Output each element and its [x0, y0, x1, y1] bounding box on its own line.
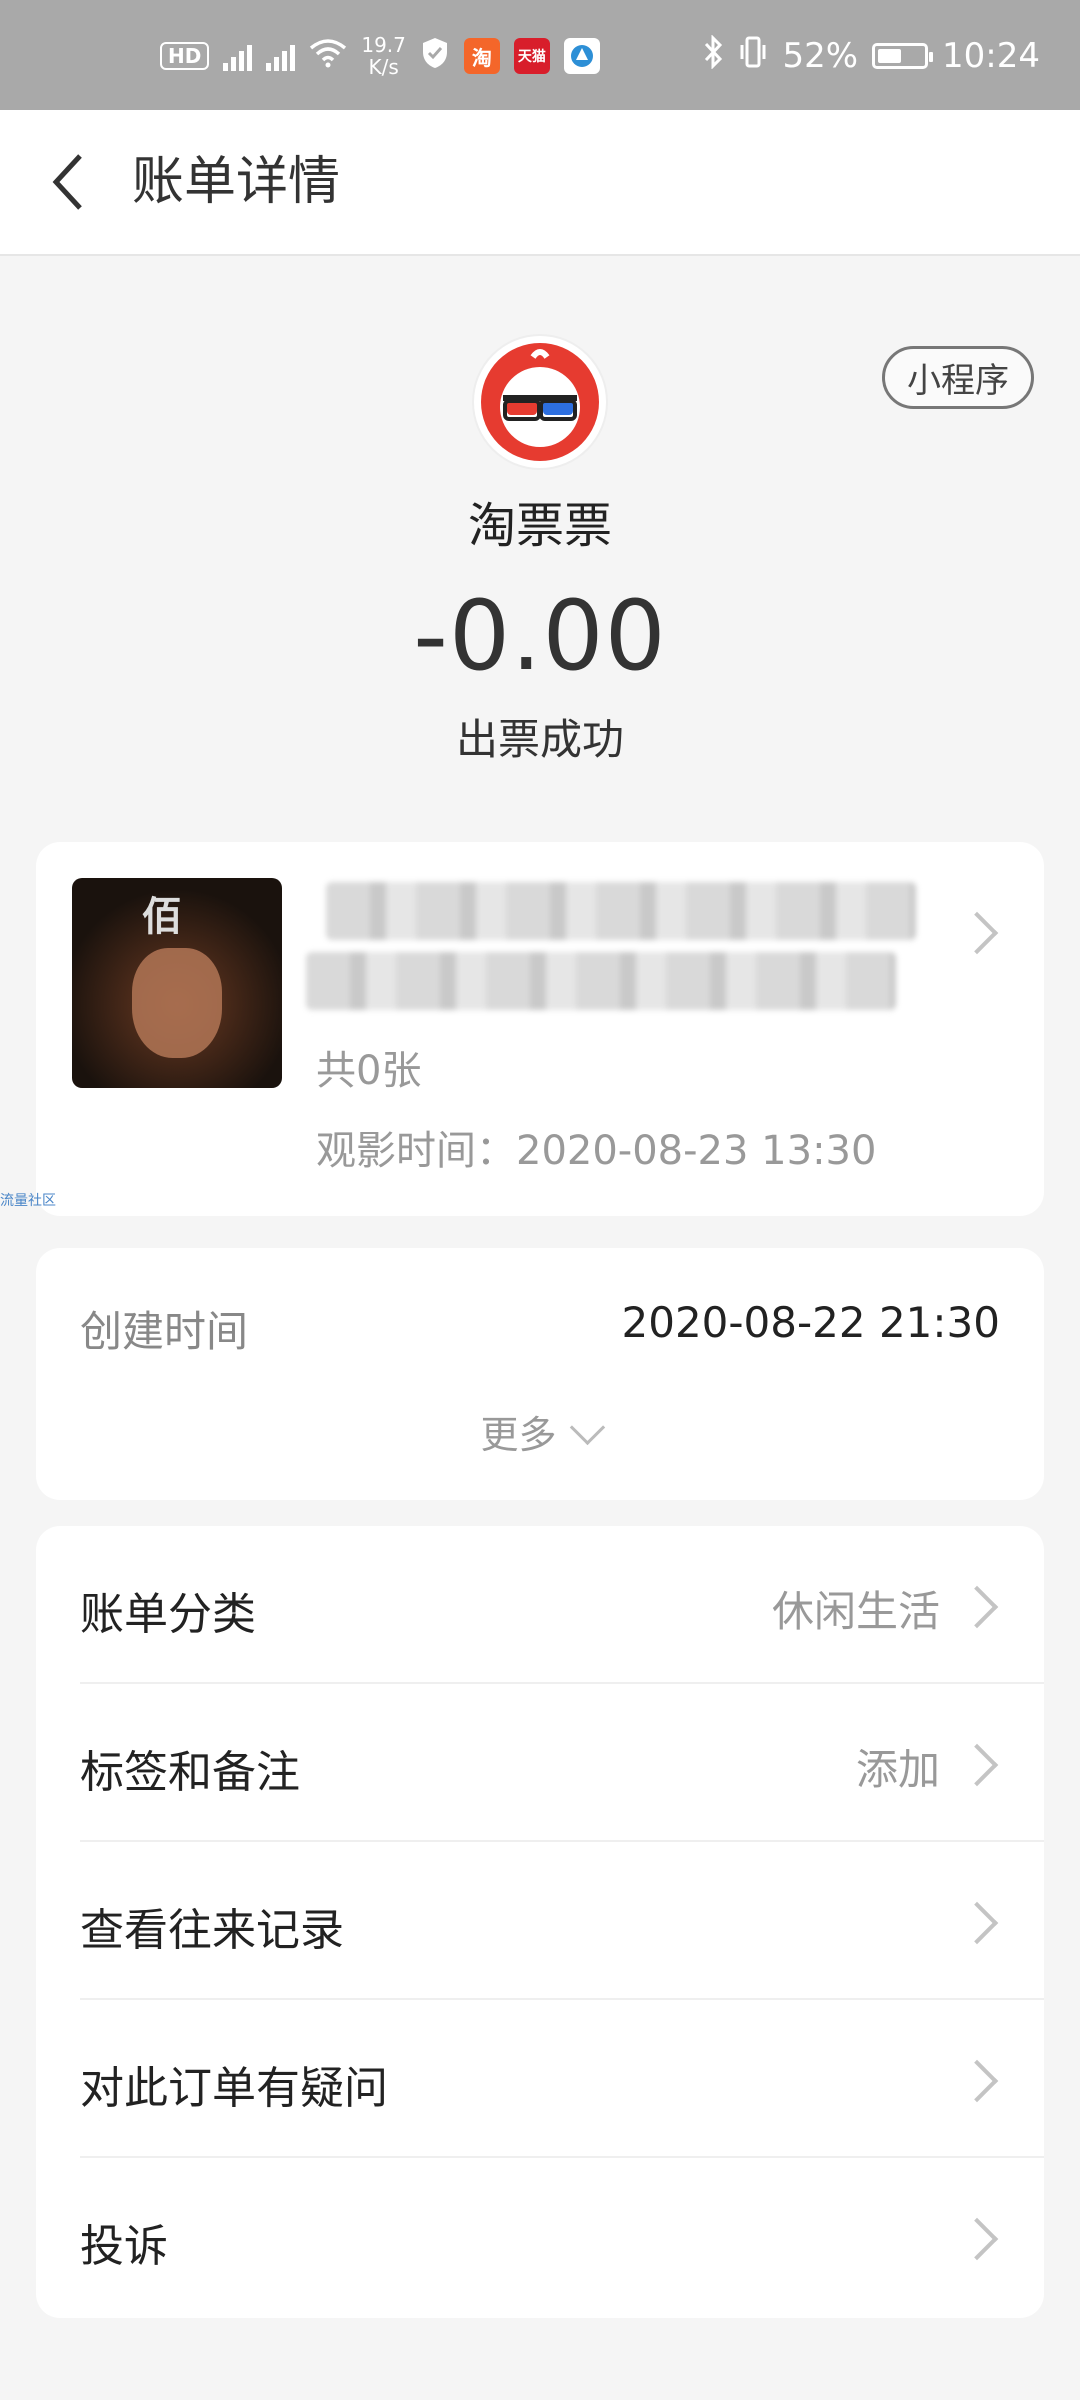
status-bar: HD 19.7 K/s 淘 天猫 52% 10:24 — [0, 0, 1080, 110]
chevron-right-icon — [955, 1585, 999, 1629]
network-speed: 19.7 K/s — [361, 33, 406, 79]
poster-title-glyph: 佰 — [142, 894, 182, 940]
chevron-right-icon — [955, 2217, 999, 2261]
chevron-down-icon — [569, 1409, 605, 1446]
shield-icon — [420, 36, 450, 76]
created-time-value: 2020-08-22 21:30 — [621, 1298, 1000, 1347]
battery-icon — [872, 43, 934, 69]
browser-icon — [563, 38, 600, 74]
order-card[interactable]: 佰 共0张 观影时间：2020-08-23 13:30 — [36, 842, 1044, 1216]
taopiaopiao-logo-icon — [481, 343, 599, 461]
page-title: 账单详情 — [132, 152, 341, 212]
poster-hand-image — [132, 948, 222, 1058]
list-item-value: 添加 — [855, 1745, 940, 1794]
taobao-icon: 淘 — [463, 38, 500, 74]
vibrate-icon — [738, 35, 768, 78]
watermark: 流量社区 — [0, 1193, 56, 1209]
list-item-label: 投诉 — [80, 2221, 168, 2272]
list-item-order-question[interactable]: 对此订单有疑问 — [36, 2000, 1044, 2158]
merchant-name: 淘票票 — [467, 498, 612, 554]
signal-4g-icon-2 — [266, 41, 296, 71]
list-item-bill-category[interactable]: 账单分类 休闲生活 — [36, 1526, 1044, 1684]
actions-list: 账单分类 休闲生活 标签和备注 添加 查看往来记录 对此订单有疑问 投诉 — [36, 1526, 1044, 2318]
chevron-right-icon — [955, 1743, 999, 1787]
list-item-label: 账单分类 — [80, 1589, 256, 1640]
back-button[interactable] — [38, 148, 98, 216]
back-arrow-icon — [52, 154, 82, 210]
wifi-icon — [309, 38, 347, 74]
chevron-right-icon — [955, 1901, 999, 1945]
status-right: 52% 10:24 — [702, 28, 1040, 84]
top-app-bar: 账单详情 — [0, 110, 1080, 256]
list-item-complaint[interactable]: 投诉 — [36, 2158, 1044, 2316]
transaction-status: 出票成功 — [455, 715, 624, 764]
battery-percent: 52% — [782, 36, 859, 76]
tmall-icon: 天猫 — [513, 38, 550, 74]
details-card: 创建时间 2020-08-22 21:30 更多 — [36, 1248, 1044, 1500]
chevron-right-icon — [955, 2059, 999, 2103]
amount: -0.00 — [413, 580, 667, 692]
blurred-movie-title — [326, 882, 916, 940]
list-item-tags-notes[interactable]: 标签和备注 添加 — [36, 1684, 1044, 1842]
chevron-right-icon — [955, 911, 999, 955]
status-left: HD 19.7 K/s 淘 天猫 — [160, 28, 600, 84]
blurred-cinema-info — [306, 952, 896, 1010]
mini-program-badge: 小程序 — [882, 346, 1034, 409]
clock: 10:24 — [942, 36, 1040, 76]
list-item-label: 对此订单有疑问 — [80, 2063, 388, 2114]
hd-icon: HD — [160, 42, 210, 70]
more-label: 更多 — [480, 1413, 557, 1457]
list-item-value: 休闲生活 — [771, 1587, 940, 1636]
bluetooth-icon — [702, 33, 724, 78]
created-time-label: 创建时间 — [80, 1307, 249, 1356]
list-item-label: 标签和备注 — [80, 1747, 300, 1798]
ticket-count: 共0张 — [316, 1048, 422, 1094]
list-item-transaction-records[interactable]: 查看往来记录 — [36, 1842, 1044, 2000]
show-time: 观影时间：2020-08-23 13:30 — [316, 1128, 877, 1174]
more-button[interactable]: 更多 — [36, 1404, 1044, 1459]
merchant-logo — [474, 336, 606, 468]
list-item-label: 查看往来记录 — [80, 1905, 344, 1956]
signal-4g-icon — [223, 41, 253, 71]
movie-poster: 佰 — [72, 878, 282, 1088]
